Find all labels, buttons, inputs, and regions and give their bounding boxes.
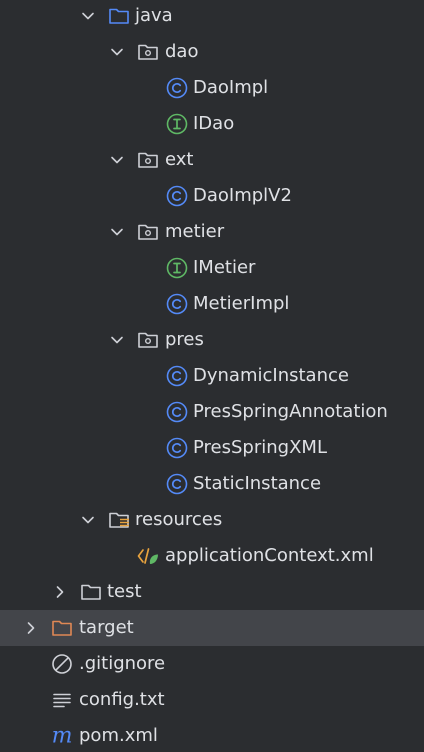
tree-node-gitignore[interactable]: .gitignore bbox=[0, 646, 424, 682]
project-tree: java dao DaoImpl IDao ext DaoImplV2 meti… bbox=[0, 0, 424, 752]
maven-icon: m bbox=[50, 724, 74, 748]
tree-node-dao[interactable]: dao bbox=[0, 34, 424, 70]
tree-node-label: pom.xml bbox=[79, 725, 158, 746]
package-icon bbox=[136, 148, 160, 172]
tree-node-label: MetierImpl bbox=[193, 293, 290, 314]
text-file-icon bbox=[50, 688, 74, 712]
class-icon bbox=[165, 436, 189, 460]
tree-node-label: .gitignore bbox=[79, 653, 166, 674]
svg-text:m: m bbox=[52, 724, 73, 748]
tree-node-label: target bbox=[79, 617, 134, 638]
tree-node-label: test bbox=[107, 581, 142, 602]
tree-node-label: resources bbox=[135, 509, 223, 530]
tree-node-applicationcontext-xml[interactable]: applicationContext.xml bbox=[0, 538, 424, 574]
tree-node-label: config.txt bbox=[79, 689, 165, 710]
package-icon bbox=[136, 220, 160, 244]
package-icon bbox=[136, 40, 160, 64]
tree-node-label: ext bbox=[165, 149, 194, 170]
class-icon bbox=[165, 400, 189, 424]
tree-node-label: PresSpringXML bbox=[193, 437, 327, 458]
tree-node-java[interactable]: java bbox=[0, 0, 424, 34]
tree-node-test[interactable]: test bbox=[0, 574, 424, 610]
chevron-down-icon[interactable] bbox=[107, 330, 127, 350]
spring-xml-icon bbox=[136, 544, 160, 568]
tree-node-label: dao bbox=[165, 41, 199, 62]
tree-node-label: DynamicInstance bbox=[193, 365, 349, 386]
source-folder-icon bbox=[107, 4, 131, 28]
tree-node-label: IMetier bbox=[193, 257, 256, 278]
tree-node-label: metier bbox=[165, 221, 225, 242]
tree-node-daoimplv2[interactable]: DaoImplV2 bbox=[0, 178, 424, 214]
tree-node-presspringannotation[interactable]: PresSpringAnnotation bbox=[0, 394, 424, 430]
package-icon bbox=[136, 328, 160, 352]
tree-node-label: applicationContext.xml bbox=[165, 545, 374, 566]
tree-node-pom-xml[interactable]: m pom.xml bbox=[0, 718, 424, 752]
tree-node-label: StaticInstance bbox=[193, 473, 322, 494]
chevron-down-icon[interactable] bbox=[107, 42, 127, 62]
class-icon bbox=[165, 472, 189, 496]
tree-node-pres[interactable]: pres bbox=[0, 322, 424, 358]
interface-icon bbox=[165, 112, 189, 136]
class-icon bbox=[165, 184, 189, 208]
tree-node-label: DaoImplV2 bbox=[193, 185, 292, 206]
tree-node-label: DaoImpl bbox=[193, 77, 269, 98]
tree-node-label: IDao bbox=[193, 113, 235, 134]
chevron-down-icon[interactable] bbox=[78, 6, 98, 26]
tree-node-metierimpl[interactable]: MetierImpl bbox=[0, 286, 424, 322]
tree-node-config-txt[interactable]: config.txt bbox=[0, 682, 424, 718]
resources-folder-icon bbox=[107, 508, 131, 532]
class-icon bbox=[165, 76, 189, 100]
tree-node-imetier[interactable]: IMetier bbox=[0, 250, 424, 286]
chevron-down-icon[interactable] bbox=[78, 510, 98, 530]
chevron-right-icon[interactable] bbox=[50, 582, 70, 602]
tree-node-daoimpl[interactable]: DaoImpl bbox=[0, 70, 424, 106]
ignore-file-icon bbox=[50, 652, 74, 676]
tree-node-label: pres bbox=[165, 329, 204, 350]
tree-node-presspringxml[interactable]: PresSpringXML bbox=[0, 430, 424, 466]
chevron-down-icon[interactable] bbox=[107, 222, 127, 242]
interface-icon bbox=[165, 256, 189, 280]
tree-node-dynamicinstance[interactable]: DynamicInstance bbox=[0, 358, 424, 394]
tree-node-label: java bbox=[135, 5, 173, 26]
tree-node-staticinstance[interactable]: StaticInstance bbox=[0, 466, 424, 502]
tree-node-idao[interactable]: IDao bbox=[0, 106, 424, 142]
tree-node-target[interactable]: target bbox=[0, 610, 424, 646]
folder-icon bbox=[79, 580, 103, 604]
chevron-right-icon[interactable] bbox=[21, 618, 41, 638]
tree-node-metier[interactable]: metier bbox=[0, 214, 424, 250]
chevron-down-icon[interactable] bbox=[107, 150, 127, 170]
class-icon bbox=[165, 364, 189, 388]
excluded-folder-icon bbox=[50, 616, 74, 640]
class-icon bbox=[165, 292, 189, 316]
tree-node-ext[interactable]: ext bbox=[0, 142, 424, 178]
tree-node-resources[interactable]: resources bbox=[0, 502, 424, 538]
tree-node-label: PresSpringAnnotation bbox=[193, 401, 388, 422]
